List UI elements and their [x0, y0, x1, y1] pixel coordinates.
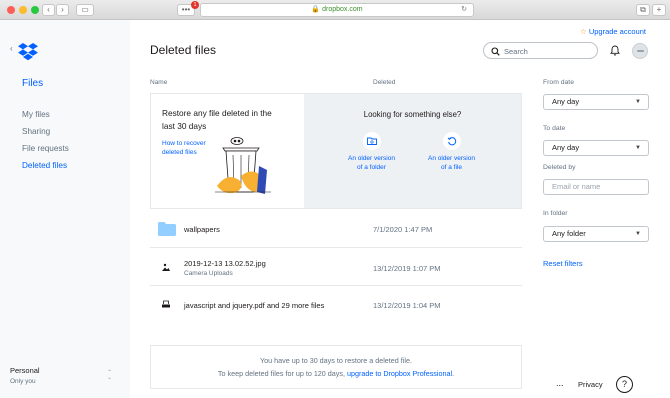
how-to-recover-line2: deleted files: [162, 149, 197, 156]
share-icon[interactable]: ⧉: [636, 4, 650, 16]
to-date-value: Any day: [552, 143, 580, 152]
deleted-by-label: Deleted by: [543, 164, 576, 171]
address-bar[interactable]: 🔒 dropbox.com ↻: [200, 3, 474, 17]
chevron-down-icon: ▼: [635, 145, 641, 151]
promo-heading-line1: Restore any file deleted in the: [162, 108, 272, 118]
retention-line1: You have up to 30 days to restore a dele…: [260, 356, 412, 365]
file-history-icon: [442, 132, 461, 150]
sidebar-title-files[interactable]: Files: [22, 78, 43, 89]
retention-line2-prefix: To keep deleted files for up to 120 days…: [217, 369, 347, 378]
in-folder-value: Any folder: [552, 229, 586, 238]
avatar[interactable]: [632, 43, 648, 59]
privacy-link[interactable]: Privacy: [578, 380, 603, 389]
table-row[interactable]: 2019-12-13 13.02.52.jpg Camera Uploads 1…: [150, 249, 522, 286]
search-input[interactable]: Search: [483, 42, 598, 59]
older-file-line1: An older version: [428, 155, 475, 162]
deleted-by-input[interactable]: Email or name: [543, 179, 649, 195]
close-window-button[interactable]: [7, 6, 15, 14]
chevron-down-icon: ▼: [635, 231, 641, 237]
how-to-recover-link[interactable]: How to recover deleted files: [162, 139, 206, 157]
older-folder-version-link[interactable]: An older version of a folder: [344, 132, 399, 172]
browser-toolbar: ‹ › ▭ ••• 1 🔒 dropbox.com ↻ ⧉ +: [0, 0, 670, 20]
sidebar: ‹ Files My files Sharing File requests D…: [0, 20, 130, 398]
forward-button[interactable]: ›: [56, 4, 69, 16]
upgrade-professional-link[interactable]: upgrade to Dropbox Professional: [347, 369, 452, 378]
in-folder-label: In folder: [543, 210, 568, 217]
avatar-glyph: [637, 50, 644, 52]
file-stack-icon: [162, 300, 170, 308]
url-text: dropbox.com: [322, 6, 363, 13]
retention-notice: You have up to 30 days to restore a dele…: [150, 345, 522, 389]
column-header-deleted[interactable]: Deleted: [373, 79, 395, 86]
chevron-down-icon: ▼: [635, 99, 641, 105]
account-switcher-icon[interactable]: ⌃ ⌄: [107, 370, 112, 381]
from-date-select[interactable]: Any day ▼: [543, 94, 649, 110]
older-file-line2: of a file: [441, 164, 462, 171]
lock-icon: 🔒: [311, 6, 321, 13]
older-file-version-link[interactable]: An older version of a file: [424, 132, 479, 172]
retention-line2-suffix: .: [452, 369, 455, 378]
image-file-icon: [162, 263, 170, 271]
search-icon: [491, 47, 500, 56]
trash-can-illustration: [215, 137, 271, 194]
account-name[interactable]: Personal: [10, 366, 40, 375]
promo-heading-line2: last 30 days: [162, 121, 207, 131]
older-folder-version-label: An older version of a folder: [344, 154, 399, 172]
older-folder-line2: of a folder: [357, 164, 386, 171]
from-date-label: From date: [543, 79, 574, 86]
retention-line2: To keep deleted files for up to 120 days…: [151, 367, 521, 380]
row-sub: Camera Uploads: [184, 270, 233, 277]
reload-icon[interactable]: ↻: [461, 4, 467, 16]
sidebar-item-my-files[interactable]: My files: [22, 110, 50, 119]
row-date: 13/12/2019 1:07 PM: [373, 264, 441, 273]
how-to-recover-line1: How to recover: [162, 140, 206, 147]
notification-badge: 1: [191, 1, 199, 9]
sidebar-item-deleted-files[interactable]: Deleted files: [22, 161, 67, 170]
column-header-name[interactable]: Name: [150, 79, 167, 86]
row-name: wallpapers: [184, 225, 220, 234]
dropbox-logo-icon[interactable]: [17, 43, 39, 62]
sidebar-item-sharing[interactable]: Sharing: [22, 127, 50, 136]
to-date-label: To date: [543, 125, 566, 132]
promo-right-panel: Looking for something else? An older ver…: [304, 94, 521, 208]
search-placeholder: Search: [504, 47, 528, 56]
row-date: 7/1/2020 1:47 PM: [373, 225, 433, 234]
sidebar-toggle-icon[interactable]: ▭: [76, 4, 94, 16]
folder-history-icon: [362, 132, 381, 150]
minimize-window-button[interactable]: [19, 6, 27, 14]
looking-title: Looking for something else?: [363, 110, 462, 119]
bell-icon[interactable]: [610, 45, 620, 56]
in-folder-select[interactable]: Any folder ▼: [543, 226, 649, 242]
table-row[interactable]: wallpapers 7/1/2020 1:47 PM: [150, 211, 522, 248]
promo-heading: Restore any file deleted in the last 30 …: [162, 107, 302, 133]
page-title: Deleted files: [150, 43, 217, 57]
zoom-window-button[interactable]: [31, 6, 39, 14]
folder-icon: [158, 222, 176, 236]
promo-left-panel: Restore any file deleted in the last 30 …: [151, 94, 304, 208]
row-name: 2019-12-13 13.02.52.jpg: [184, 259, 266, 268]
deleted-by-placeholder: Email or name: [552, 182, 601, 191]
from-date-value: Any day: [552, 97, 580, 106]
more-options-button[interactable]: ...: [556, 378, 564, 388]
older-folder-line1: An older version: [348, 155, 395, 162]
row-name: javascript and jquery.pdf and 29 more fi…: [184, 301, 325, 310]
account-sub: Only you: [10, 378, 36, 385]
sidebar-item-file-requests[interactable]: File requests: [22, 144, 69, 153]
reset-filters-link[interactable]: Reset filters: [543, 259, 583, 268]
upgrade-account-link[interactable]: ☆ Upgrade account: [580, 27, 646, 36]
restore-promo-banner: Restore any file deleted in the last 30 …: [150, 93, 522, 209]
older-file-version-label: An older version of a file: [424, 154, 479, 172]
row-date: 13/12/2019 1:04 PM: [373, 301, 441, 310]
collapse-sidebar-icon[interactable]: ‹: [10, 44, 13, 53]
back-button[interactable]: ‹: [42, 4, 55, 16]
new-tab-button[interactable]: +: [652, 4, 666, 16]
table-row[interactable]: javascript and jquery.pdf and 29 more fi…: [150, 287, 522, 323]
to-date-select[interactable]: Any day ▼: [543, 140, 649, 156]
help-button[interactable]: ?: [616, 376, 633, 393]
star-icon: ☆: [580, 27, 587, 36]
